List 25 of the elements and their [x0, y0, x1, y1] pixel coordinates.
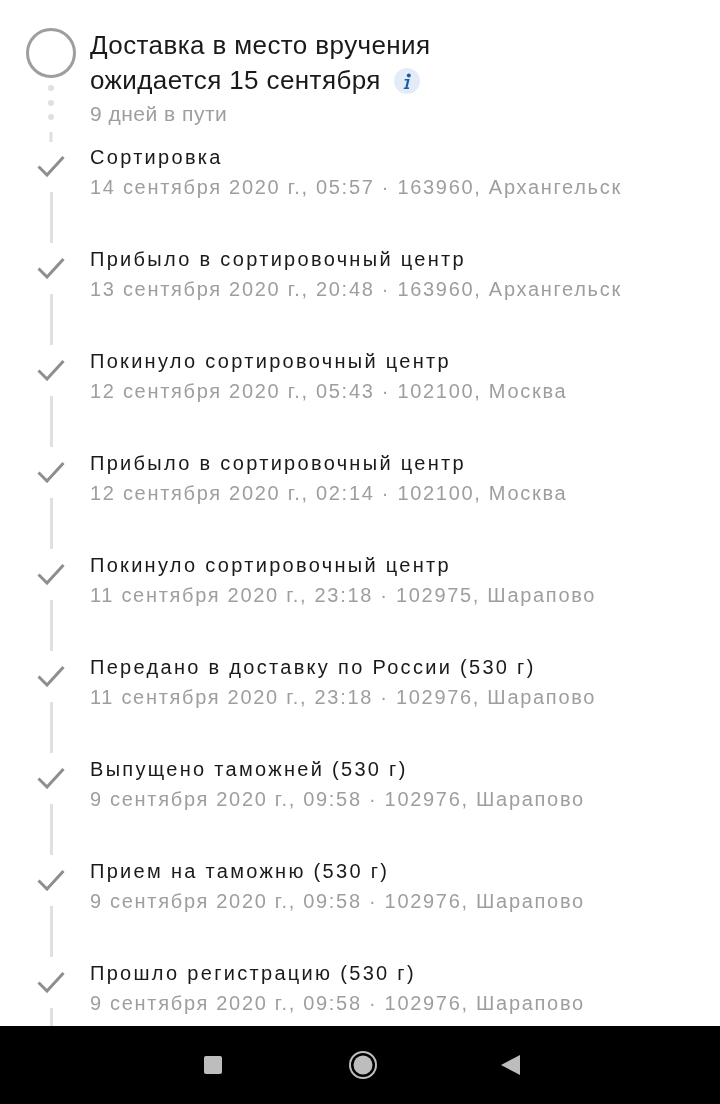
event-detail: 9 сентября 2020 г., 09:58 · 102976, Шарапово	[90, 889, 585, 914]
delivery-title: Доставка в место вручения	[90, 29, 431, 62]
event-title: Прибыло в сортировочный центр	[90, 247, 466, 272]
event-title: Покинуло сортировочный центр	[90, 349, 451, 374]
event-detail: 11 сентября 2020 г., 23:18 · 102976, Шарапово	[90, 685, 597, 710]
event-title: Прошло регистрацию (530 г)	[90, 961, 416, 986]
event-title: Выпущено таможней (530 г)	[90, 757, 408, 782]
event-detail: 12 сентября 2020 г., 02:14 · 102100, Москва	[90, 481, 568, 506]
event-title: Передано в доставку по России (530 г)	[90, 655, 536, 680]
event-detail: 9 сентября 2020 г., 09:58 · 102976, Шарапово	[90, 991, 585, 1016]
info-icon[interactable]	[393, 67, 420, 94]
event-title: Сортировка	[90, 145, 223, 170]
transit-days: 9 дней в пути	[90, 101, 228, 127]
event-title: Прибыло в сортировочный центр	[90, 451, 466, 476]
event-detail: 14 сентября 2020 г., 05:57 · 163960, Архангельск	[90, 175, 622, 200]
event-title: Прием на таможню (530 г)	[90, 859, 390, 884]
home-circle-icon[interactable]	[349, 1051, 377, 1079]
event-detail: 13 сентября 2020 г., 20:48 · 163960, Архангельск	[90, 277, 622, 302]
delivery-title: ожидается 15 сентября	[90, 64, 381, 97]
back-icon[interactable]	[500, 1055, 520, 1075]
event-detail: 12 сентября 2020 г., 05:43 · 102100, Москва	[90, 379, 568, 404]
event-detail: 9 сентября 2020 г., 09:58 · 102976, Шарапово	[90, 787, 585, 812]
event-detail: 11 сентября 2020 г., 23:18 · 102975, Шарапово	[90, 583, 597, 608]
event-title: Покинуло сортировочный центр	[90, 553, 451, 578]
status-ring-icon	[26, 28, 76, 78]
